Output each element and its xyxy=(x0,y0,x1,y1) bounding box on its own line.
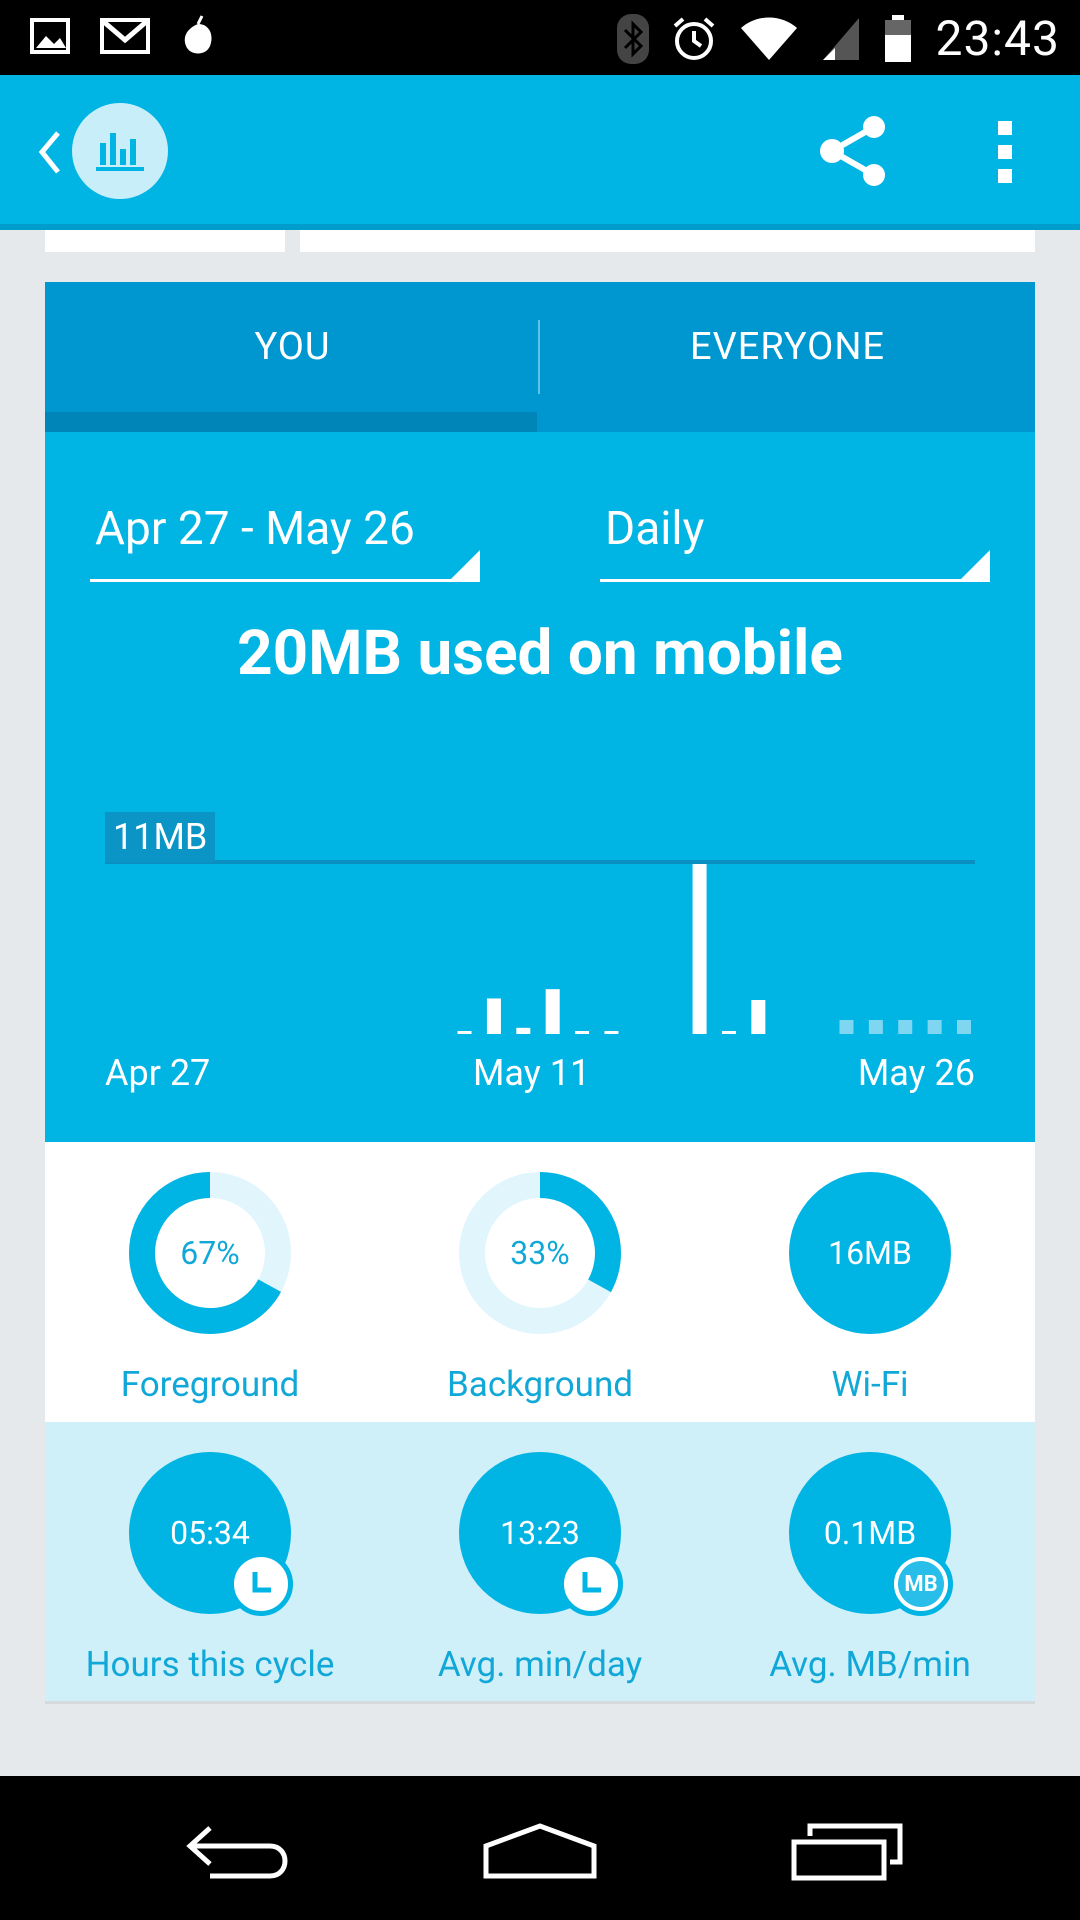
usage-card: YOU EVERYONE Apr 27 - May 26 Daily 20MB … xyxy=(45,282,1035,1704)
chart-bar xyxy=(516,1027,531,1034)
avg-mb-per-min-stat[interactable]: 0.1MB MB Avg. MB/min xyxy=(705,1422,1035,1701)
x-tick-label: Apr 27 xyxy=(105,1052,211,1094)
avg-min-label: Avg. min/day xyxy=(437,1644,643,1685)
recents-nav-icon[interactable] xyxy=(780,1806,920,1891)
dropdown-underline xyxy=(600,579,990,582)
previous-card-edge xyxy=(300,230,1035,252)
chart-bar-future xyxy=(839,1020,854,1034)
daily-usage-chart: 11MB Apr 27 May 11 May 26 xyxy=(105,812,975,1112)
chart-bar-future xyxy=(868,1020,883,1034)
chart-plot xyxy=(105,860,975,1034)
previous-card-edge xyxy=(45,230,285,252)
chart-bar xyxy=(457,1031,472,1034)
gmail-icon xyxy=(100,18,150,54)
avg-mb-circle: 0.1MB MB xyxy=(789,1452,953,1616)
background-stat[interactable]: 33% Background xyxy=(375,1142,705,1422)
tab-you[interactable]: YOU xyxy=(45,282,540,412)
chart-bar xyxy=(604,1031,619,1034)
app-bar xyxy=(0,75,1080,230)
wifi-circle: 16MB xyxy=(789,1172,951,1334)
date-range-value: Apr 27 - May 26 xyxy=(95,502,415,556)
fruit-icon xyxy=(184,15,212,54)
foreground-ring: 67% xyxy=(129,1172,291,1334)
wifi-icon xyxy=(741,17,798,60)
bar-chart-logo-icon xyxy=(96,133,144,171)
cell-signal-icon xyxy=(823,17,860,60)
background-label: Background xyxy=(446,1364,634,1405)
dropdown-arrow-icon xyxy=(958,550,990,582)
chart-bar-future xyxy=(927,1020,942,1034)
usage-headline: 20MB used on mobile xyxy=(237,617,843,690)
tab-selected-indicator xyxy=(45,412,537,432)
share-icon[interactable] xyxy=(818,115,890,187)
hours-circle: 05:34 xyxy=(129,1452,293,1616)
overflow-menu-icon[interactable] xyxy=(990,117,1020,187)
hours-label: Hours this cycle xyxy=(85,1644,335,1685)
dropdown-underline xyxy=(90,579,480,582)
tab-bar: YOU EVERYONE xyxy=(45,282,1035,432)
alarm-icon xyxy=(674,16,715,60)
app-logo[interactable] xyxy=(72,103,168,199)
chart-bar xyxy=(721,1031,736,1034)
status-time: 23:43 xyxy=(935,10,1060,67)
mb-badge-icon: MB xyxy=(889,1552,953,1616)
status-bar: 23:43 xyxy=(0,0,1080,75)
wifi-stat[interactable]: 16MB Wi-Fi xyxy=(705,1142,1035,1422)
chart-bar xyxy=(486,998,501,1034)
chart-max-label: 11MB xyxy=(105,812,216,862)
dropdown-arrow-icon xyxy=(448,550,480,582)
chart-bar xyxy=(692,864,707,1034)
clock-icon xyxy=(559,1552,623,1616)
foreground-label: Foreground xyxy=(120,1364,300,1405)
chart-bar xyxy=(545,989,560,1034)
wifi-value: 16MB xyxy=(828,1234,912,1272)
bluetooth-icon xyxy=(617,13,650,64)
hours-this-cycle-stat[interactable]: 05:34 Hours this cycle xyxy=(45,1422,375,1701)
clock-icon xyxy=(229,1552,293,1616)
system-nav-bar xyxy=(0,1776,1080,1920)
back-nav-icon[interactable] xyxy=(170,1806,310,1891)
date-range-dropdown[interactable]: Apr 27 - May 26 xyxy=(90,472,480,582)
back-chevron-icon[interactable] xyxy=(30,125,70,180)
x-tick-label: May 26 xyxy=(857,1052,975,1094)
usage-time-row: 05:34 Hours this cycle 13:23 Avg. min/da… xyxy=(45,1422,1035,1704)
tab-everyone[interactable]: EVERYONE xyxy=(540,282,1035,412)
mb-badge-text: MB xyxy=(898,1561,944,1607)
background-percent: 33% xyxy=(510,1234,570,1272)
foreground-percent: 67% xyxy=(180,1234,240,1272)
background-ring: 33% xyxy=(459,1172,621,1334)
gallery-icon xyxy=(30,18,70,54)
avg-min-circle: 13:23 xyxy=(459,1452,623,1616)
x-tick-label: May 11 xyxy=(473,1052,591,1094)
period-value: Daily xyxy=(605,502,705,556)
usage-breakdown-row: 67% Foreground 33% Background 16MB Wi-Fi xyxy=(45,1142,1035,1422)
wifi-label: Wi-Fi xyxy=(831,1364,909,1405)
period-dropdown[interactable]: Daily xyxy=(600,472,990,582)
battery-icon xyxy=(885,14,912,62)
chart-bar-future xyxy=(898,1020,913,1034)
avg-min-per-day-stat[interactable]: 13:23 Avg. min/day xyxy=(375,1422,705,1701)
usage-chart-panel: Apr 27 - May 26 Daily 20MB used on mobil… xyxy=(45,432,1035,1142)
avg-mb-label: Avg. MB/min xyxy=(769,1644,971,1685)
home-nav-icon[interactable] xyxy=(470,1806,610,1891)
chart-max-line xyxy=(105,860,975,864)
foreground-stat[interactable]: 67% Foreground xyxy=(45,1142,375,1422)
chart-bar xyxy=(575,1031,590,1034)
chart-bar-future xyxy=(957,1020,971,1034)
chart-bar xyxy=(751,1000,766,1034)
